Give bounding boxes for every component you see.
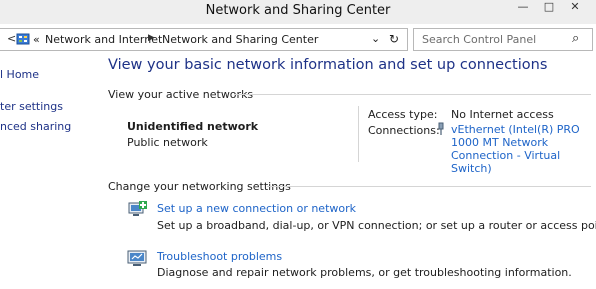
maximize-button[interactable]: □ bbox=[536, 0, 562, 17]
search-box[interactable]: Search Control Panel ⌕ bbox=[413, 28, 593, 51]
ethernet-icon bbox=[438, 122, 444, 135]
breadcrumb-network-sharing-center[interactable]: Network and Sharing Center bbox=[162, 33, 318, 46]
nav-change-adapter-settings[interactable]: ter settings bbox=[0, 100, 63, 113]
search-input[interactable]: Search Control Panel bbox=[422, 33, 536, 46]
nav-advanced-sharing-settings[interactable]: nced sharing bbox=[0, 120, 71, 133]
setup-connection-desc: Set up a broadband, dial-up, or VPN conn… bbox=[157, 219, 596, 232]
page-title: View your basic network information and … bbox=[108, 57, 548, 73]
new-connection-icon bbox=[128, 201, 147, 216]
back-button[interactable]: < bbox=[7, 32, 16, 45]
minimize-button[interactable]: — bbox=[510, 0, 536, 17]
close-button[interactable]: ✕ bbox=[562, 0, 588, 17]
nav-control-panel-home[interactable]: l Home bbox=[0, 68, 39, 81]
search-icon[interactable]: ⌕ bbox=[572, 31, 579, 46]
address-bar[interactable]: < « Network and Internet ▶ Network and S… bbox=[0, 28, 408, 51]
troubleshoot-desc: Diagnose and repair network problems, or… bbox=[157, 266, 572, 279]
troubleshoot-link[interactable]: Troubleshoot problems bbox=[157, 250, 282, 263]
address-dropdown-icon[interactable]: ⌄ bbox=[371, 32, 380, 45]
access-type-label: Access type: bbox=[368, 108, 438, 121]
section-divider bbox=[234, 94, 591, 95]
window-title: Network and Sharing Center bbox=[205, 3, 391, 18]
breadcrumb-separator-icon: ▶ bbox=[148, 33, 155, 43]
refresh-icon[interactable]: ↻ bbox=[389, 32, 399, 46]
setup-connection-link[interactable]: Set up a new connection or network bbox=[157, 202, 356, 215]
breadcrumb-network-and-internet[interactable]: Network and Internet bbox=[45, 33, 162, 46]
title-bar: Network and Sharing Center — □ ✕ bbox=[0, 0, 596, 24]
troubleshoot-icon bbox=[127, 250, 147, 266]
breadcrumb-overflow[interactable]: « bbox=[33, 33, 40, 46]
change-settings-header: Change your networking settings bbox=[108, 180, 291, 193]
section-divider bbox=[267, 186, 591, 187]
network-category: Public network bbox=[127, 136, 208, 149]
connections-label: Connections: bbox=[368, 124, 440, 137]
address-row: < « Network and Internet ▶ Network and S… bbox=[0, 26, 596, 52]
connection-link[interactable]: vEthernet (Intel(R) PRO 1000 MT Network … bbox=[451, 123, 591, 175]
access-type-value: No Internet access bbox=[451, 108, 554, 121]
control-panel-icon bbox=[16, 33, 30, 45]
active-networks-header: View your active networks bbox=[108, 88, 254, 101]
vertical-divider bbox=[358, 106, 359, 162]
network-name: Unidentified network bbox=[127, 120, 259, 133]
